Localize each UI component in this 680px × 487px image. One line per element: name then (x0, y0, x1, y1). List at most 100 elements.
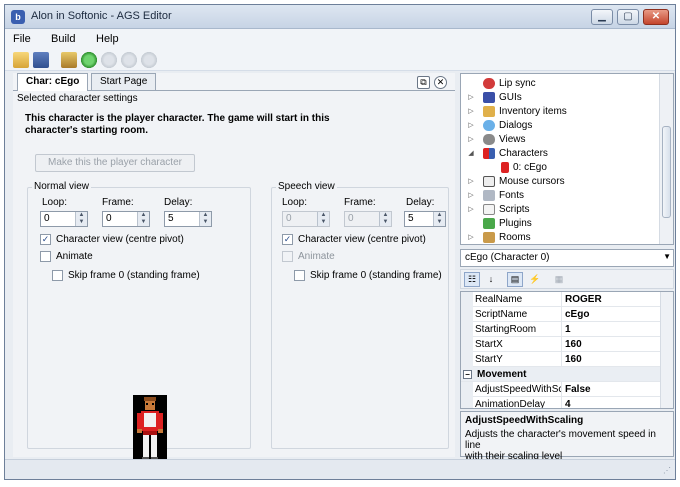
speech-loop-label: Loop: (282, 197, 308, 208)
property-row[interactable]: RealName ROGER (461, 292, 661, 307)
speech-loop-stepper[interactable]: 0 ▲ ▼ (282, 211, 330, 227)
events-icon[interactable]: ⚡ (527, 272, 543, 287)
property-row[interactable]: AnimationDelay 4 (461, 397, 661, 408)
expand-icon[interactable]: ▷ (467, 93, 475, 101)
property-value[interactable]: ROGER (561, 292, 661, 307)
property-value[interactable]: 160 (561, 337, 661, 352)
normal-view-label: Normal view (32, 181, 92, 192)
alphabetical-icon[interactable]: ↓ (483, 272, 499, 287)
property-row[interactable]: StartingRoom 1 (461, 322, 661, 337)
tree-item-characters[interactable]: ◢ Characters (461, 147, 659, 161)
window-title: Alon in Softonic - AGS Editor (31, 10, 172, 22)
normal-animate-checkbox[interactable] (40, 251, 51, 262)
spin-arrows-icon[interactable]: ▲ ▼ (379, 212, 391, 226)
spin-arrows-icon[interactable]: ▲ ▼ (75, 212, 87, 226)
property-grid-scrollbar[interactable] (660, 292, 673, 408)
speech-skip-frame-checkbox[interactable] (294, 270, 305, 281)
pause-icon[interactable] (101, 52, 117, 68)
tree-item-label: GUIs (499, 92, 522, 103)
property-value[interactable]: 1 (561, 322, 661, 337)
property-row[interactable]: AdjustSpeedWithSc False (461, 382, 661, 397)
project-tree[interactable]: Lip sync ▷ GUIs ▷ Inventory items ▷ Dial… (460, 73, 674, 245)
expand-icon[interactable]: ▷ (467, 177, 475, 185)
minimize-button[interactable]: ▁ (591, 9, 613, 25)
speech-view-label: Speech view (276, 181, 337, 192)
property-row[interactable]: StartX 160 (461, 337, 661, 352)
property-value[interactable]: 4 (561, 397, 661, 408)
row-gutter (461, 292, 473, 307)
expand-icon[interactable]: ▷ (467, 191, 475, 199)
tree-item-scripts[interactable]: ▷ Scripts (461, 203, 659, 217)
menu-build[interactable]: Build (51, 33, 75, 45)
spin-arrows-icon[interactable]: ▲ ▼ (317, 212, 329, 226)
spin-arrows-icon[interactable]: ▲ ▼ (137, 212, 149, 226)
close-button[interactable]: ✕ (643, 9, 669, 25)
tree-item-guis[interactable]: ▷ GUIs (461, 91, 659, 105)
property-value[interactable]: 160 (561, 352, 661, 367)
property-value[interactable]: cEgo (561, 307, 661, 322)
normal-delay-stepper[interactable]: 5 ▲ ▼ (164, 211, 212, 227)
tree-item-inventory[interactable]: ▷ Inventory items (461, 105, 659, 119)
normal-frame-stepper[interactable]: 0 ▲ ▼ (102, 211, 150, 227)
gui-icon (483, 92, 495, 103)
tree-scrollbar[interactable] (659, 74, 673, 244)
category-row-movement[interactable]: − Movement (461, 367, 661, 382)
scrollbar-thumb[interactable] (662, 126, 671, 218)
speech-frame-stepper[interactable]: 0 ▲ ▼ (344, 211, 392, 227)
tree-item-rooms[interactable]: ▷ Rooms (461, 231, 659, 244)
speech-delay-stepper[interactable]: 5 ▲ ▼ (404, 211, 446, 227)
normal-char-view-checkbox[interactable]: ✓ (40, 234, 51, 245)
categorized-icon[interactable]: ☷ (464, 272, 480, 287)
tab-char-cego[interactable]: Char: cEgo (17, 73, 89, 91)
player-message-line1: This character is the player character. … (25, 113, 330, 124)
object-selector-dropdown[interactable]: cEgo (Character 0) ▼ (460, 249, 674, 267)
spin-arrows-icon[interactable]: ▲ ▼ (199, 212, 211, 226)
float-window-icon[interactable]: ⧉ (417, 76, 430, 89)
property-row[interactable]: StartY 160 (461, 352, 661, 367)
tab-start-page[interactable]: Start Page (91, 73, 157, 91)
make-player-button[interactable]: Make this the player character (35, 154, 195, 172)
spin-arrows-icon[interactable]: ▲ ▼ (433, 212, 445, 226)
expand-icon[interactable]: ▷ (467, 205, 475, 213)
chevron-down-icon[interactable]: ▼ (663, 252, 671, 261)
menu-file[interactable]: File (13, 33, 31, 45)
tree-item-fonts[interactable]: ▷ Fonts (461, 189, 659, 203)
normal-skip-frame-checkbox[interactable] (52, 270, 63, 281)
normal-loop-stepper[interactable]: 0 ▲ ▼ (40, 211, 88, 227)
property-row[interactable]: ScriptName cEgo (461, 307, 661, 322)
debug-icon[interactable] (141, 52, 157, 68)
open-folder-icon[interactable] (13, 52, 29, 68)
property-value[interactable]: False (561, 382, 661, 397)
inventory-icon (483, 106, 495, 117)
tree-item-cego[interactable]: 0: cEgo (461, 161, 659, 175)
stop-icon[interactable] (121, 52, 137, 68)
normal-frame-value: 0 (106, 213, 112, 224)
save-icon[interactable] (33, 52, 49, 68)
right-pane: Lip sync ▷ GUIs ▷ Inventory items ▷ Dial… (460, 73, 674, 462)
speech-animate-checkbox[interactable] (282, 251, 293, 262)
resize-grip-icon[interactable]: ⋰ (663, 466, 671, 475)
speech-loop-value: 0 (286, 213, 292, 224)
properties-icon[interactable]: ▤ (507, 272, 523, 287)
title-bar[interactable]: b Alon in Softonic - AGS Editor ▁ ▢ ✕ (5, 5, 675, 29)
collapse-icon[interactable]: ◢ (467, 149, 475, 157)
expand-icon[interactable]: ▷ (467, 233, 475, 241)
package-icon[interactable] (61, 52, 77, 68)
speech-delay-value: 5 (408, 213, 414, 224)
expand-icon[interactable]: ▷ (467, 107, 475, 115)
expand-icon[interactable]: ▷ (467, 121, 475, 129)
maximize-button[interactable]: ▢ (617, 9, 639, 25)
run-icon[interactable] (81, 52, 97, 68)
tree-item-mouse-cursors[interactable]: ▷ Mouse cursors (461, 175, 659, 189)
expand-icon[interactable]: ▷ (467, 135, 475, 143)
tree-item-dialogs[interactable]: ▷ Dialogs (461, 119, 659, 133)
speech-char-view-checkbox[interactable]: ✓ (282, 234, 293, 245)
close-tab-icon[interactable]: ✕ (434, 76, 447, 89)
tree-item-lip-sync[interactable]: Lip sync (461, 77, 659, 91)
menu-help[interactable]: Help (96, 33, 119, 45)
tree-item-views[interactable]: ▷ Views (461, 133, 659, 147)
tree-item-plugins[interactable]: Plugins (461, 217, 659, 231)
property-grid[interactable]: RealName ROGER ScriptName cEgo StartingRoo… (460, 291, 674, 409)
collapse-icon[interactable]: − (463, 370, 472, 379)
property-pages-icon[interactable]: ▦ (551, 272, 567, 287)
